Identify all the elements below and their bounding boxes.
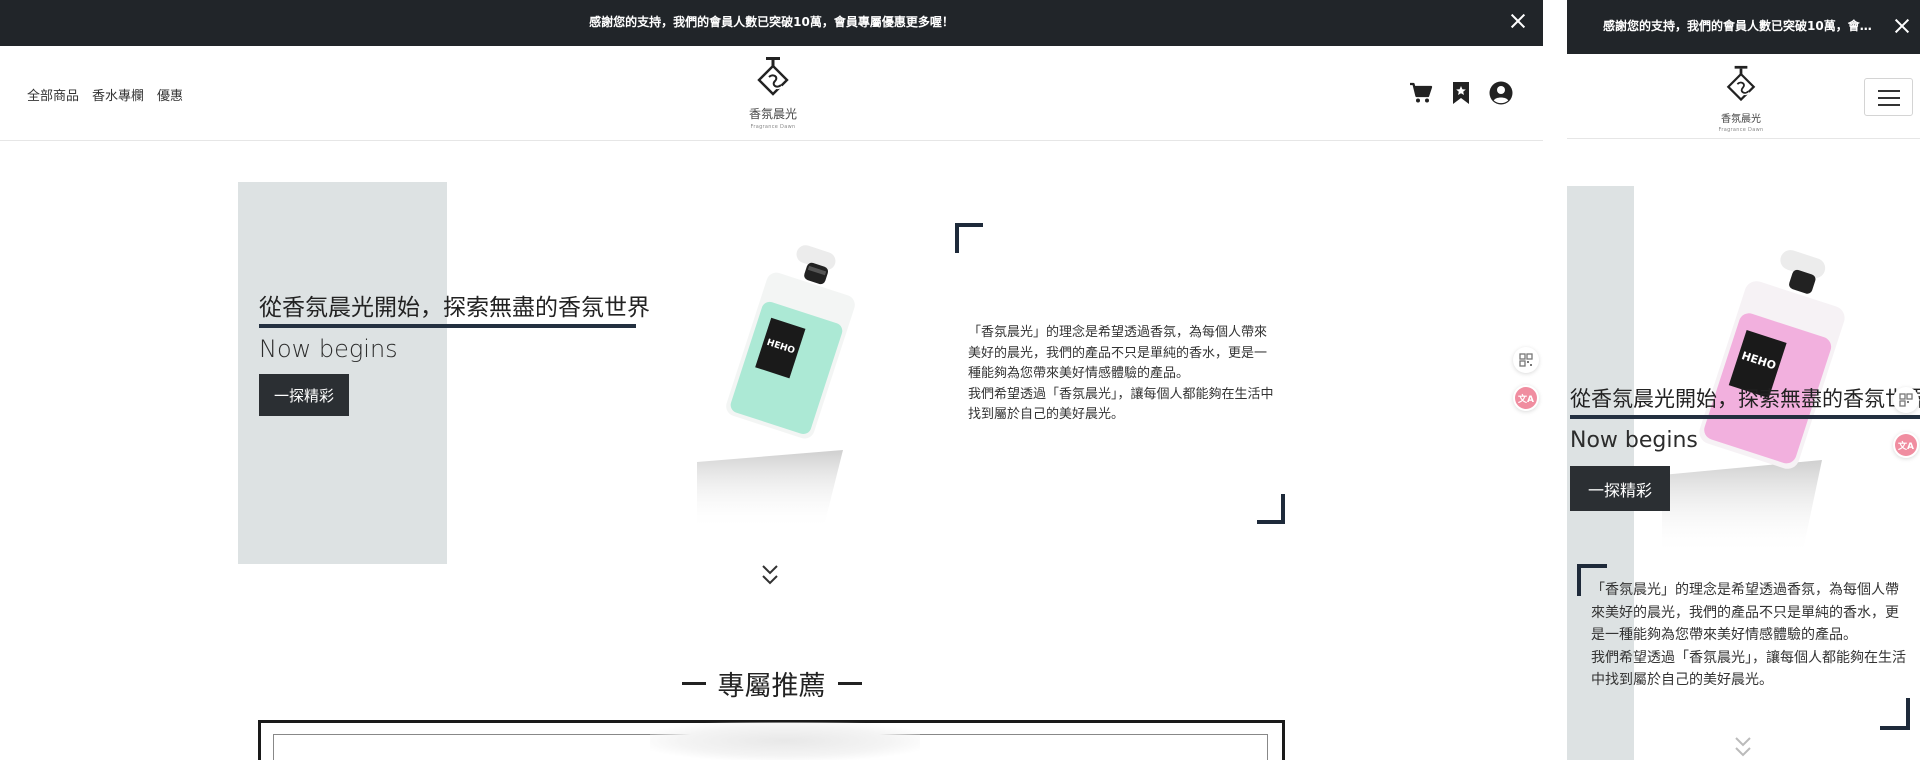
hero-title: 從香氛晨光開始，探索無盡的香氛世界 [259,295,650,321]
hamburger-menu-icon[interactable] [1864,78,1913,116]
explore-button[interactable]: 一探精彩 [259,374,349,416]
mobile-explore-button[interactable]: 一探精彩 [1570,466,1670,511]
hero-description: 「香氛晨光」的理念是希望透過香氛，為每個人帶來美好的晨光，我們的產品不只是單純的… [968,323,1276,426]
section-dash-right [837,682,862,685]
mobile-hero-description: 「香氛晨光」的理念是希望透過香氛，為每個人帶來美好的晨光，我們的產品不只是單純的… [1591,579,1911,692]
section-heading: 專屬推薦 [0,664,1543,703]
announcement-bar: 感謝您的支持，我們的會員人數已突破10萬，會員專屬優惠更多喔！ [0,0,1543,46]
header-actions [1409,81,1513,105]
mobile-hero-description-p1: 「香氛晨光」的理念是希望透過香氛，為每個人帶來美好的晨光，我們的產品不只是單純的… [1591,582,1899,643]
qr-grid-button[interactable] [1513,347,1539,373]
mobile-site-logo[interactable]: 香氛晨光 Fragrance Dawn [1717,65,1765,133]
mobile-announcement-text: 感謝您的支持，我們的會員人數已突破10萬，會員專屬優惠更多喔！ [1603,19,1883,33]
section-title: 專屬推薦 [717,671,826,702]
recommendation-image [650,722,920,760]
mobile-logo-mark-icon [1726,65,1756,102]
mobile-hero-subtitle: Now begins [1570,428,1698,453]
frame-corner-bottom-right [1257,494,1285,524]
mobile-announcement-bar: 感謝您的支持，我們的會員人數已突破10萬，會員專屬優惠更多喔！ [1567,0,1920,54]
bookmark-icon[interactable] [1451,81,1471,105]
user-circle-icon[interactable] [1489,81,1513,105]
mobile-hero-title-underline [1570,415,1920,419]
mobile-qr-grid-button[interactable] [1893,387,1919,413]
mobile-frame-corner-bottom-right [1880,698,1910,730]
close-icon[interactable] [1509,12,1527,30]
hero-subtitle: Now begins [259,335,398,363]
nav-link-perfume-column[interactable]: 香水專欄 [92,85,144,104]
mobile-hero-title: 從香氛晨光開始，探索無盡的香氛世界 [1570,387,1920,411]
mobile-view: 感謝您的支持，我們的會員人數已突破10萬，會員專屬優惠更多喔！ 香氛晨光 Fra… [1567,0,1920,760]
hero-description-p2: 我們希望透過「香氛晨光」，讓每個人都能夠在生活中找到屬於自己的美好晨光。 [968,386,1274,423]
logo-mark-icon [757,57,789,96]
translate-icon: 文A [1515,387,1537,409]
logo-tagline: Fragrance Dawn [750,124,796,130]
perfume-bottle-image: HEHO [697,245,855,530]
section-dash-left [681,682,706,685]
site-header: 全部商品 香水專欄 優惠 香氛晨光 Fragrance Dawn [0,46,1543,141]
frame-corner-top-left [955,223,983,253]
mobile-hero-description-p2: 我們希望透過「香氛晨光」，讓每個人都能夠在生活中找到屬於自己的美好晨光。 [1591,649,1906,689]
mobile-logo-name: 香氛晨光 [1721,114,1761,125]
translate-button[interactable]: 文A [1513,385,1539,411]
hero-title-underline [259,324,636,328]
mobile-close-icon[interactable] [1893,17,1911,35]
site-logo[interactable]: 香氛晨光 Fragrance Dawn [747,56,799,130]
desktop-view: 感謝您的支持，我們的會員人數已突破10萬，會員專屬優惠更多喔！ 全部商品 香水專… [0,0,1543,760]
logo-name: 香氛晨光 [748,107,797,121]
mobile-header: 香氛晨光 Fragrance Dawn [1567,54,1920,139]
mobile-translate-button[interactable]: 文A [1893,432,1919,458]
chevron-double-down-icon[interactable] [760,563,780,587]
mobile-logo-tagline: Fragrance Dawn [1718,127,1764,133]
nav-links: 全部商品 香水專欄 優惠 [27,85,183,104]
mobile-qr-grid-icon [1899,393,1913,407]
mobile-translate-icon: 文A [1895,434,1917,456]
qr-grid-icon [1519,353,1533,367]
hero-description-p1: 「香氛晨光」的理念是希望透過香氛，為每個人帶來美好的晨光，我們的產品不只是單純的… [968,325,1268,381]
announcement-text: 感謝您的支持，我們的會員人數已突破10萬，會員專屬優惠更多喔！ [589,15,954,29]
nav-link-offers[interactable]: 優惠 [157,85,183,104]
mobile-chevron-double-down-icon[interactable] [1733,735,1753,759]
nav-link-all-products[interactable]: 全部商品 [27,85,79,104]
cart-icon[interactable] [1409,82,1433,104]
hero-accent-panel [238,182,447,564]
